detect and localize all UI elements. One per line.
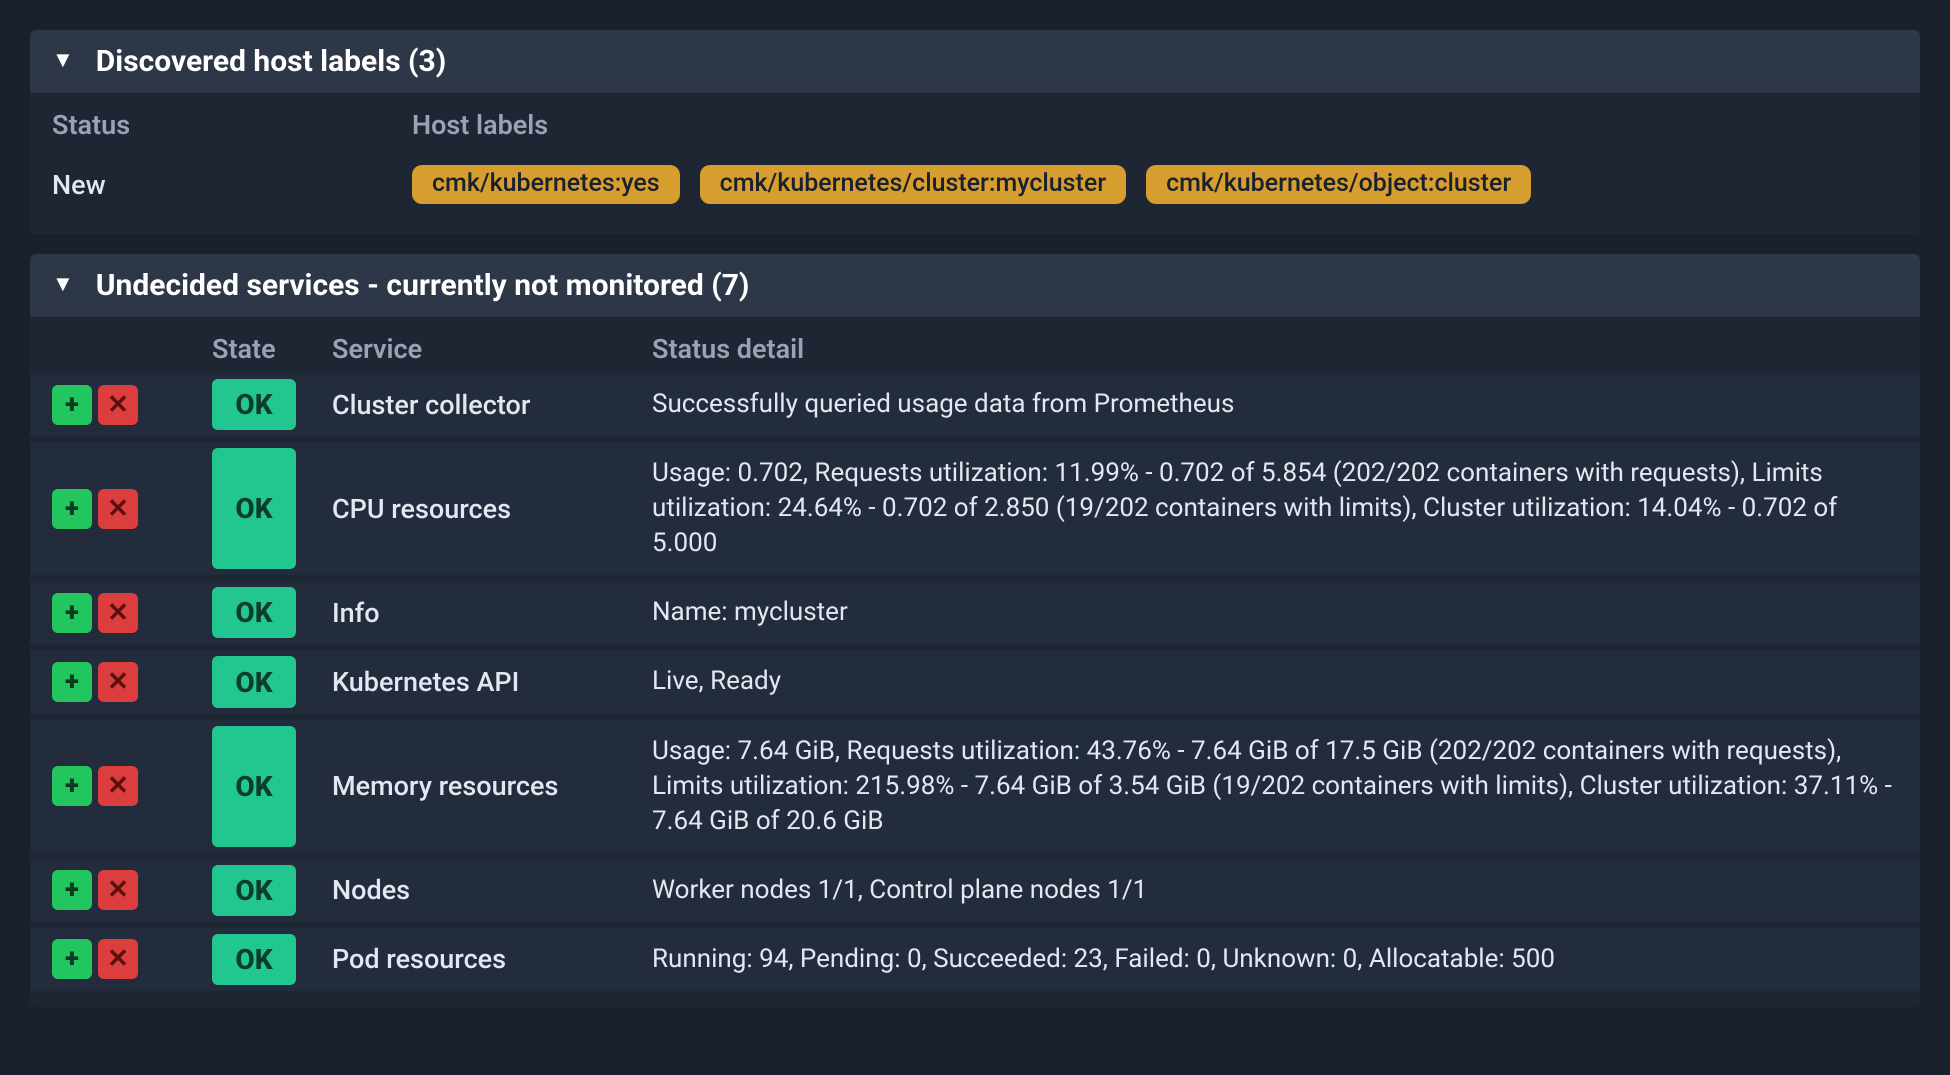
state-badge-ok: OK bbox=[212, 379, 296, 430]
label-pill[interactable]: cmk/kubernetes:yes bbox=[412, 165, 680, 204]
add-service-button[interactable]: + bbox=[52, 766, 92, 806]
service-row: + ✕ OK Memory resources Usage: 7.64 GiB,… bbox=[30, 720, 1920, 853]
column-header-host-labels: Host labels bbox=[412, 109, 1898, 141]
remove-service-button[interactable]: ✕ bbox=[98, 662, 138, 702]
collapse-icon: ▼ bbox=[52, 271, 74, 297]
host-label-pills: cmk/kubernetes:yes cmk/kubernetes/cluste… bbox=[412, 165, 1898, 204]
service-row: + ✕ OK Info Name: mycluster bbox=[30, 581, 1920, 644]
remove-service-button[interactable]: ✕ bbox=[98, 766, 138, 806]
service-detail: Worker nodes 1/1, Control plane nodes 1/… bbox=[652, 865, 1898, 916]
service-name[interactable]: Pod resources bbox=[332, 934, 652, 985]
section-discovered-host-labels: ▼ Discovered host labels (3) Status Host… bbox=[30, 30, 1920, 234]
remove-service-button[interactable]: ✕ bbox=[98, 939, 138, 979]
remove-service-button[interactable]: ✕ bbox=[98, 870, 138, 910]
state-badge-ok: OK bbox=[212, 656, 296, 707]
service-name[interactable]: Nodes bbox=[332, 865, 652, 916]
section-title: Discovered host labels (3) bbox=[96, 44, 447, 79]
remove-service-button[interactable]: ✕ bbox=[98, 593, 138, 633]
collapse-icon: ▼ bbox=[52, 47, 74, 73]
section-undecided-services: ▼ Undecided services - currently not mon… bbox=[30, 254, 1920, 1007]
add-service-button[interactable]: + bbox=[52, 593, 92, 633]
section-header-host-labels[interactable]: ▼ Discovered host labels (3) bbox=[30, 30, 1920, 93]
service-detail: Successfully queried usage data from Pro… bbox=[652, 379, 1898, 430]
service-row: + ✕ OK Nodes Worker nodes 1/1, Control p… bbox=[30, 859, 1920, 922]
service-detail: Running: 94, Pending: 0, Succeeded: 23, … bbox=[652, 934, 1898, 985]
service-name[interactable]: Kubernetes API bbox=[332, 656, 652, 707]
service-row: + ✕ OK Kubernetes API Live, Ready bbox=[30, 650, 1920, 713]
remove-service-button[interactable]: ✕ bbox=[98, 385, 138, 425]
service-detail: Usage: 7.64 GiB, Requests utilization: 4… bbox=[652, 726, 1898, 847]
label-pill[interactable]: cmk/kubernetes/object:cluster bbox=[1146, 165, 1531, 204]
label-pill[interactable]: cmk/kubernetes/cluster:mycluster bbox=[700, 165, 1126, 204]
add-service-button[interactable]: + bbox=[52, 489, 92, 529]
column-header-service: Service bbox=[332, 333, 652, 365]
service-row: + ✕ OK CPU resources Usage: 0.702, Reque… bbox=[30, 442, 1920, 575]
service-detail: Live, Ready bbox=[652, 656, 1898, 707]
column-header-status: Status bbox=[52, 109, 412, 141]
add-service-button[interactable]: + bbox=[52, 662, 92, 702]
host-label-row: New cmk/kubernetes:yes cmk/kubernetes/cl… bbox=[30, 151, 1920, 224]
column-header-detail: Status detail bbox=[652, 333, 1898, 365]
service-name[interactable]: Cluster collector bbox=[332, 379, 652, 430]
state-badge-ok: OK bbox=[212, 448, 296, 569]
section-title: Undecided services - currently not monit… bbox=[96, 268, 750, 303]
host-labels-columns: Status Host labels bbox=[30, 93, 1920, 151]
state-badge-ok: OK bbox=[212, 587, 296, 638]
state-badge-ok: OK bbox=[212, 865, 296, 916]
service-row: + ✕ OK Pod resources Running: 94, Pendin… bbox=[30, 928, 1920, 991]
state-badge-ok: OK bbox=[212, 726, 296, 847]
add-service-button[interactable]: + bbox=[52, 939, 92, 979]
state-badge-ok: OK bbox=[212, 934, 296, 985]
column-header-state: State bbox=[212, 333, 332, 365]
service-row: + ✕ OK Cluster collector Successfully qu… bbox=[30, 373, 1920, 436]
add-service-button[interactable]: + bbox=[52, 870, 92, 910]
remove-service-button[interactable]: ✕ bbox=[98, 489, 138, 529]
service-name[interactable]: Memory resources bbox=[332, 726, 652, 847]
section-header-undecided[interactable]: ▼ Undecided services - currently not mon… bbox=[30, 254, 1920, 317]
add-service-button[interactable]: + bbox=[52, 385, 92, 425]
service-columns: State Service Status detail bbox=[30, 317, 1920, 373]
service-detail: Usage: 0.702, Requests utilization: 11.9… bbox=[652, 448, 1898, 569]
host-label-status: New bbox=[52, 169, 412, 201]
column-header-actions bbox=[52, 333, 212, 365]
service-name[interactable]: Info bbox=[332, 587, 652, 638]
service-name[interactable]: CPU resources bbox=[332, 448, 652, 569]
service-detail: Name: mycluster bbox=[652, 587, 1898, 638]
